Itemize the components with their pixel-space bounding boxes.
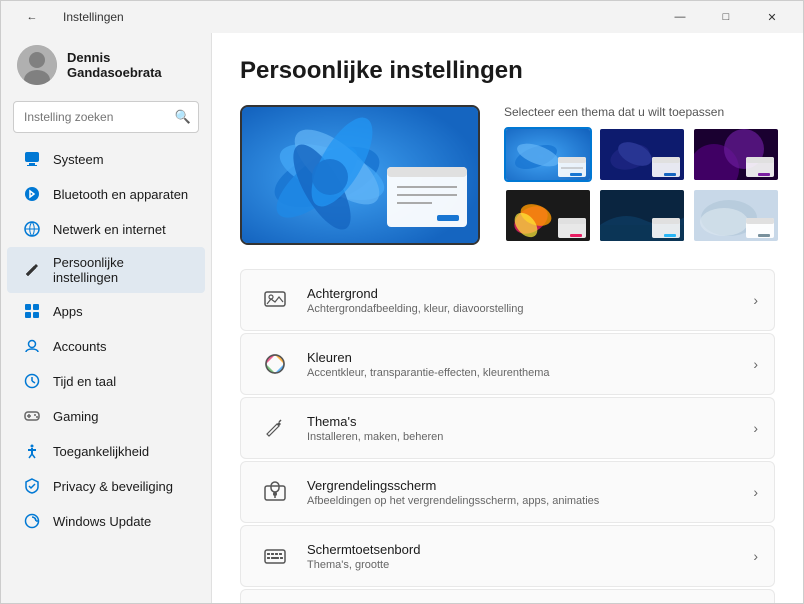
sidebar-item-tijd[interactable]: Tijd en taal xyxy=(7,364,205,398)
theme-grid xyxy=(504,127,780,243)
window-title: Instellingen xyxy=(63,10,124,24)
maximize-button[interactable]: □ xyxy=(703,1,749,33)
user-profile: Dennis Gandasoebrata xyxy=(1,33,211,97)
sidebar-item-gaming[interactable]: Gaming xyxy=(7,399,205,433)
netwerk-icon xyxy=(23,220,41,238)
start-icon xyxy=(257,602,293,603)
schermtoetsenbord-title: Schermtoetsenbord xyxy=(307,542,739,557)
toegankelijkheid-icon xyxy=(23,442,41,460)
titlebar-left: ← Instellingen xyxy=(9,1,124,33)
theme-preview xyxy=(240,105,480,245)
sidebar-item-accounts[interactable]: Accounts xyxy=(7,329,205,363)
sidebar-item-toegankelijkheid[interactable]: Toegankelijkheid xyxy=(7,434,205,468)
themas-chevron: › xyxy=(753,420,758,436)
sidebar-item-label-apps: Apps xyxy=(53,304,83,319)
achtergrond-icon xyxy=(257,282,293,318)
themas-text: Thema's Installeren, maken, beheren xyxy=(307,414,739,443)
close-button[interactable]: ✕ xyxy=(749,1,795,33)
kleuren-desc: Accentkleur, transparantie-effecten, kle… xyxy=(307,367,739,379)
sidebar-item-systeem[interactable]: Systeem xyxy=(7,142,205,176)
theme-grid-section: Selecteer een thema dat u wilt toepassen xyxy=(504,105,780,243)
kleuren-text: Kleuren Accentkleur, transparantie-effec… xyxy=(307,350,739,379)
privacy-icon xyxy=(23,477,41,495)
search-box: 🔍 xyxy=(13,101,199,133)
preview-background xyxy=(242,107,478,243)
theme-thumb-3[interactable] xyxy=(692,127,780,182)
themas-icon xyxy=(257,410,293,446)
sidebar-item-privacy[interactable]: Privacy & beveiliging xyxy=(7,469,205,503)
settings-window: ← Instellingen — □ ✕ xyxy=(0,0,804,604)
bluetooth-icon xyxy=(23,185,41,203)
back-button[interactable]: ← xyxy=(9,1,55,33)
sidebar-item-label-toegankelijkheid: Toegankelijkheid xyxy=(53,444,149,459)
settings-item-schermtoetsenbord[interactable]: Schermtoetsenbord Thema's, grootte › xyxy=(240,525,775,587)
persoonlijk-icon xyxy=(23,261,41,279)
minimize-button[interactable]: — xyxy=(657,1,703,33)
systeem-icon xyxy=(23,150,41,168)
main-panel: Persoonlijke instellingen xyxy=(211,33,803,603)
settings-item-vergrendeling[interactable]: Vergrendelingsscherm Afbeeldingen op het… xyxy=(240,461,775,523)
kleuren-icon xyxy=(257,346,293,382)
search-input[interactable] xyxy=(13,101,199,133)
sidebar-item-label-privacy: Privacy & beveiliging xyxy=(53,479,173,494)
schermtoetsenbord-icon xyxy=(257,538,293,574)
vergrendeling-icon xyxy=(257,474,293,510)
sidebar-item-bluetooth[interactable]: Bluetooth en apparaten xyxy=(7,177,205,211)
gaming-icon xyxy=(23,407,41,425)
theme-thumb-6[interactable] xyxy=(692,188,780,243)
themes-title: Selecteer een thema dat u wilt toepassen xyxy=(504,105,780,119)
vergrendeling-chevron: › xyxy=(753,484,758,500)
theme-thumb-1[interactable] xyxy=(504,127,592,182)
achtergrond-title: Achtergrond xyxy=(307,286,739,301)
sidebar-item-label-netwerk: Netwerk en internet xyxy=(53,222,166,237)
vergrendeling-title: Vergrendelingsscherm xyxy=(307,478,739,493)
achtergrond-chevron: › xyxy=(753,292,758,308)
settings-item-kleuren[interactable]: Kleuren Accentkleur, transparantie-effec… xyxy=(240,333,775,395)
settings-item-themas[interactable]: Thema's Installeren, maken, beheren › xyxy=(240,397,775,459)
themas-desc: Installeren, maken, beheren xyxy=(307,431,739,443)
kleuren-title: Kleuren xyxy=(307,350,739,365)
settings-item-achtergrond[interactable]: Achtergrond Achtergrondafbeelding, kleur… xyxy=(240,269,775,331)
sidebar-item-label-update: Windows Update xyxy=(53,514,151,529)
apps-icon xyxy=(23,302,41,320)
main-content: Dennis Gandasoebrata 🔍 xyxy=(1,33,803,603)
settings-list: Achtergrond Achtergrondafbeelding, kleur… xyxy=(240,269,775,603)
search-icon: 🔍 xyxy=(175,109,191,125)
vergrendeling-text: Vergrendelingsscherm Afbeeldingen op het… xyxy=(307,478,739,507)
tijd-icon xyxy=(23,372,41,390)
settings-item-start[interactable]: Start Recente apps en items, mappen › xyxy=(240,589,775,603)
sidebar-item-label-accounts: Accounts xyxy=(53,339,106,354)
sidebar-item-persoonlijk[interactable]: Persoonlijke instellingen xyxy=(7,247,205,293)
sidebar-item-label-persoonlijk: Persoonlijke instellingen xyxy=(53,255,189,285)
kleuren-chevron: › xyxy=(753,356,758,372)
schermtoetsenbord-text: Schermtoetsenbord Thema's, grootte xyxy=(307,542,739,571)
user-name: Dennis Gandasoebrata xyxy=(67,50,195,80)
achtergrond-text: Achtergrond Achtergrondafbeelding, kleur… xyxy=(307,286,739,315)
sidebar-item-label-bluetooth: Bluetooth en apparaten xyxy=(53,187,188,202)
sidebar-item-label-gaming: Gaming xyxy=(53,409,99,424)
sidebar-item-update[interactable]: Windows Update xyxy=(7,504,205,538)
page-title: Persoonlijke instellingen xyxy=(240,57,775,85)
sidebar: Dennis Gandasoebrata 🔍 xyxy=(1,33,211,603)
vergrendeling-desc: Afbeeldingen op het vergrendelingsscherm… xyxy=(307,495,739,507)
theme-thumb-5[interactable] xyxy=(598,188,686,243)
sidebar-item-label-systeem: Systeem xyxy=(53,152,104,167)
schermtoetsenbord-desc: Thema's, grootte xyxy=(307,559,739,571)
themas-title: Thema's xyxy=(307,414,739,429)
theme-thumb-2[interactable] xyxy=(598,127,686,182)
themes-section: Selecteer een thema dat u wilt toepassen xyxy=(240,105,775,245)
achtergrond-desc: Achtergrondafbeelding, kleur, diavoorste… xyxy=(307,303,739,315)
sidebar-item-apps[interactable]: Apps xyxy=(7,294,205,328)
titlebar: ← Instellingen — □ ✕ xyxy=(1,1,803,33)
sidebar-item-label-tijd: Tijd en taal xyxy=(53,374,116,389)
schermtoetsenbord-chevron: › xyxy=(753,548,758,564)
avatar-image xyxy=(17,45,57,85)
avatar xyxy=(17,45,57,85)
theme-thumb-4[interactable] xyxy=(504,188,592,243)
accounts-icon xyxy=(23,337,41,355)
nav-list: Systeem Bluetooth en apparaten xyxy=(1,141,211,539)
titlebar-controls: — □ ✕ xyxy=(657,1,795,33)
sidebar-item-netwerk[interactable]: Netwerk en internet xyxy=(7,212,205,246)
update-icon xyxy=(23,512,41,530)
